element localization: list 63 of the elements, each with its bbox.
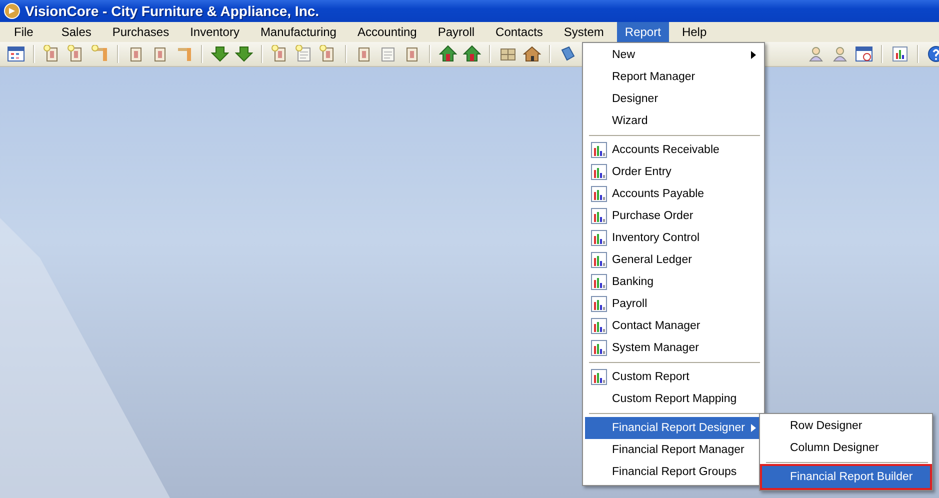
tab-icon[interactable] <box>175 45 193 63</box>
page-icon[interactable] <box>379 45 397 63</box>
menu-item[interactable]: Financial Report Designer <box>585 417 762 439</box>
down-arrow-icon[interactable] <box>235 45 253 63</box>
menu-item[interactable]: Wizard <box>585 110 762 132</box>
chart-icon <box>590 340 606 356</box>
menu-item[interactable]: General Ledger <box>585 249 762 271</box>
submenu-arrow-icon <box>751 51 756 59</box>
house-icon[interactable] <box>523 45 541 63</box>
menu-item[interactable]: Column Designer <box>762 437 930 459</box>
menu-item[interactable]: Custom Report Mapping <box>585 388 762 410</box>
menu-item[interactable]: Order Entry <box>585 161 762 183</box>
menu-bar-item[interactable]: File <box>6 22 42 42</box>
menu-item[interactable]: New <box>585 44 762 66</box>
new-tab-icon[interactable] <box>91 45 109 63</box>
menu-item[interactable]: Financial Report Manager <box>585 439 762 461</box>
chart-icon <box>590 186 606 202</box>
menu-item[interactable]: Purchase Order <box>585 205 762 227</box>
person-icon[interactable] <box>807 45 825 63</box>
person-icon[interactable] <box>831 45 849 63</box>
chart-icon <box>590 274 606 290</box>
menu-item[interactable]: Payroll <box>585 293 762 315</box>
menu-item[interactable]: Designer <box>585 88 762 110</box>
menu-item[interactable]: Report Manager <box>585 66 762 88</box>
chart-icon[interactable] <box>891 45 909 63</box>
menu-item[interactable]: Contact Manager <box>585 315 762 337</box>
menu-item[interactable]: Banking <box>585 271 762 293</box>
chart-icon <box>590 230 606 246</box>
chart-icon <box>590 208 606 224</box>
window-title: VisionCore - City Furniture & Appliance, Inc. <box>25 3 320 19</box>
menu-bar-item[interactable]: Contacts <box>488 22 551 42</box>
menu-bar-item[interactable]: Manufacturing <box>252 22 344 42</box>
menu-bar-item[interactable]: Payroll <box>430 22 483 42</box>
menu-bar-item[interactable]: Purchases <box>104 22 178 42</box>
house-arrow-icon[interactable] <box>463 45 481 63</box>
menu-item[interactable]: Custom Report <box>585 366 762 388</box>
house-arrow-icon[interactable] <box>439 45 457 63</box>
menu-bar-item[interactable]: Help <box>674 22 715 42</box>
menu-item[interactable]: System Manager <box>585 337 762 359</box>
chart-icon <box>590 164 606 180</box>
chart-icon <box>590 369 606 385</box>
submenu-arrow-icon <box>751 424 756 432</box>
menu-item[interactable]: Inventory Control <box>585 227 762 249</box>
down-arrow-icon[interactable] <box>211 45 229 63</box>
menu-bar-item[interactable]: Inventory <box>182 22 248 42</box>
chart-icon <box>590 296 606 312</box>
new-page-icon[interactable] <box>295 45 313 63</box>
chart-icon <box>590 142 606 158</box>
menu-bar-item[interactable]: Sales <box>53 22 100 42</box>
menu-item[interactable]: Accounts Receivable <box>585 139 762 161</box>
menu-bar-item[interactable]: Report <box>616 22 669 42</box>
book-icon[interactable] <box>559 45 577 63</box>
menu-item[interactable]: Accounts Payable <box>585 183 762 205</box>
menu-bar-item[interactable]: System <box>556 22 612 42</box>
menu-item[interactable]: Financial Report Builder <box>762 466 930 488</box>
chart-icon <box>590 252 606 268</box>
calendar-icon[interactable] <box>855 45 873 63</box>
menu-item[interactable]: Row Designer <box>762 415 930 437</box>
menu-bar-item[interactable]: Accounting <box>349 22 425 42</box>
calendar-icon[interactable] <box>7 45 25 63</box>
app-logo-icon <box>4 3 20 19</box>
menu-item[interactable]: Financial Report Groups <box>585 461 762 483</box>
chart-icon <box>590 318 606 334</box>
